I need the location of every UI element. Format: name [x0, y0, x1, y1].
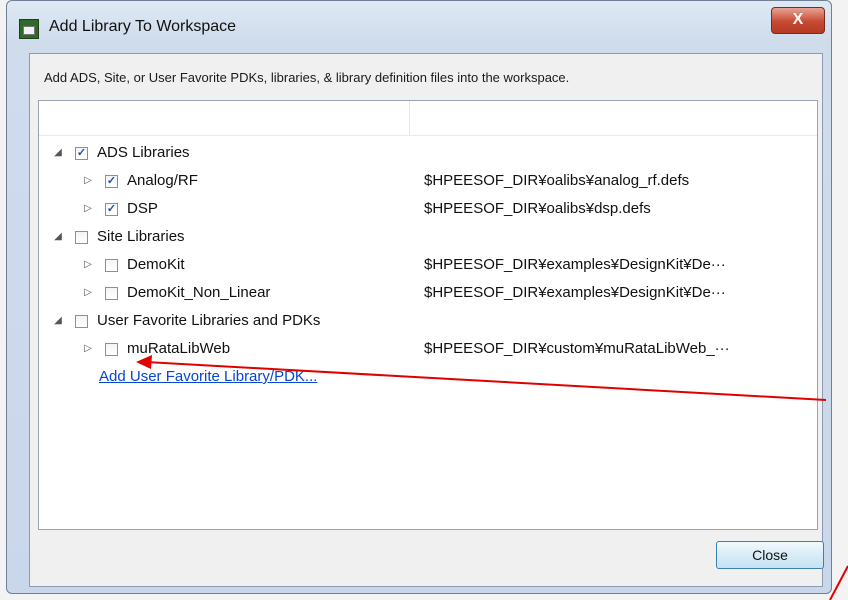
column-separator[interactable]: [409, 101, 410, 135]
tree-item-demokit-non-linear[interactable]: ▷ DemoKit_Non_Linear $HPEESOF_DIR¥exampl…: [39, 279, 817, 307]
tree-group-ads-libraries[interactable]: ◢ ✓ ADS Libraries: [39, 139, 817, 167]
triangle-down-icon[interactable]: ◢: [51, 139, 65, 167]
tree-group-label: ADS Libraries: [97, 144, 190, 161]
description-text: Add ADS, Site, or User Favorite PDKs, li…: [44, 70, 570, 85]
triangle-down-icon[interactable]: ◢: [51, 223, 65, 251]
title-bar[interactable]: Add Library To Workspace X: [7, 1, 831, 51]
tree-item-label: DemoKit_Non_Linear: [127, 284, 271, 301]
add-library-row: Add User Favorite Library/PDK...: [39, 363, 817, 391]
checkbox-user-favorite[interactable]: [75, 315, 88, 328]
dialog-window: Add Library To Workspace X Add ADS, Site…: [6, 0, 832, 594]
tree-group-label: User Favorite Libraries and PDKs: [97, 312, 321, 329]
tree-item-label: DemoKit: [127, 256, 185, 273]
window-title: Add Library To Workspace: [49, 18, 237, 35]
close-button[interactable]: Close: [716, 541, 824, 569]
triangle-right-icon[interactable]: ▷: [81, 195, 95, 223]
tree-item-dsp[interactable]: ▷ ✓ DSP $HPEESOF_DIR¥oalibs¥dsp.defs: [39, 195, 817, 223]
checkbox-muratalibweb[interactable]: [105, 343, 118, 356]
dialog-body: Add ADS, Site, or User Favorite PDKs, li…: [29, 53, 824, 587]
tree-item-demokit[interactable]: ▷ DemoKit $HPEESOF_DIR¥examples¥DesignKi…: [39, 251, 817, 279]
library-path: $HPEESOF_DIR¥custom¥muRataLibWeb_···: [424, 340, 730, 357]
triangle-right-icon[interactable]: ▷: [81, 167, 95, 195]
library-path: $HPEESOF_DIR¥oalibs¥analog_rf.defs: [424, 172, 690, 189]
library-tree[interactable]: ◢ ✓ ADS Libraries ▷ ✓ Analog/RF $HPEESOF…: [38, 100, 818, 530]
checkbox-demokit-non-linear[interactable]: [105, 287, 118, 300]
triangle-right-icon[interactable]: ▷: [81, 279, 95, 307]
library-path: $HPEESOF_DIR¥examples¥DesignKit¥De···: [424, 256, 726, 273]
app-icon: [19, 19, 39, 39]
library-path: $HPEESOF_DIR¥examples¥DesignKit¥De···: [424, 284, 726, 301]
triangle-down-icon[interactable]: ◢: [51, 307, 65, 335]
checkbox-ads-libraries[interactable]: ✓: [75, 147, 88, 160]
triangle-right-icon[interactable]: ▷: [81, 251, 95, 279]
tree-item-analog-rf[interactable]: ▷ ✓ Analog/RF $HPEESOF_DIR¥oalibs¥analog…: [39, 167, 817, 195]
tree-item-label: muRataLibWeb: [127, 340, 231, 357]
tree-item-muratalibweb[interactable]: ▷ muRataLibWeb $HPEESOF_DIR¥custom¥muRat…: [39, 335, 817, 363]
tree-item-label: DSP: [127, 200, 158, 217]
checkbox-site-libraries[interactable]: [75, 231, 88, 244]
tree-group-label: Site Libraries: [97, 228, 185, 245]
window-close-button[interactable]: X: [771, 7, 825, 34]
checkbox-analog-rf[interactable]: ✓: [105, 175, 118, 188]
checkbox-demokit[interactable]: [105, 259, 118, 272]
triangle-right-icon[interactable]: ▷: [81, 335, 95, 363]
checkbox-dsp[interactable]: ✓: [105, 203, 118, 216]
tree-item-label: Analog/RF: [127, 172, 198, 189]
add-user-favorite-link[interactable]: Add User Favorite Library/PDK...: [99, 363, 317, 391]
tree-group-user-favorite[interactable]: ◢ User Favorite Libraries and PDKs: [39, 307, 817, 335]
library-path: $HPEESOF_DIR¥oalibs¥dsp.defs: [424, 200, 651, 217]
list-header: [39, 101, 817, 136]
tree-group-site-libraries[interactable]: ◢ Site Libraries: [39, 223, 817, 251]
